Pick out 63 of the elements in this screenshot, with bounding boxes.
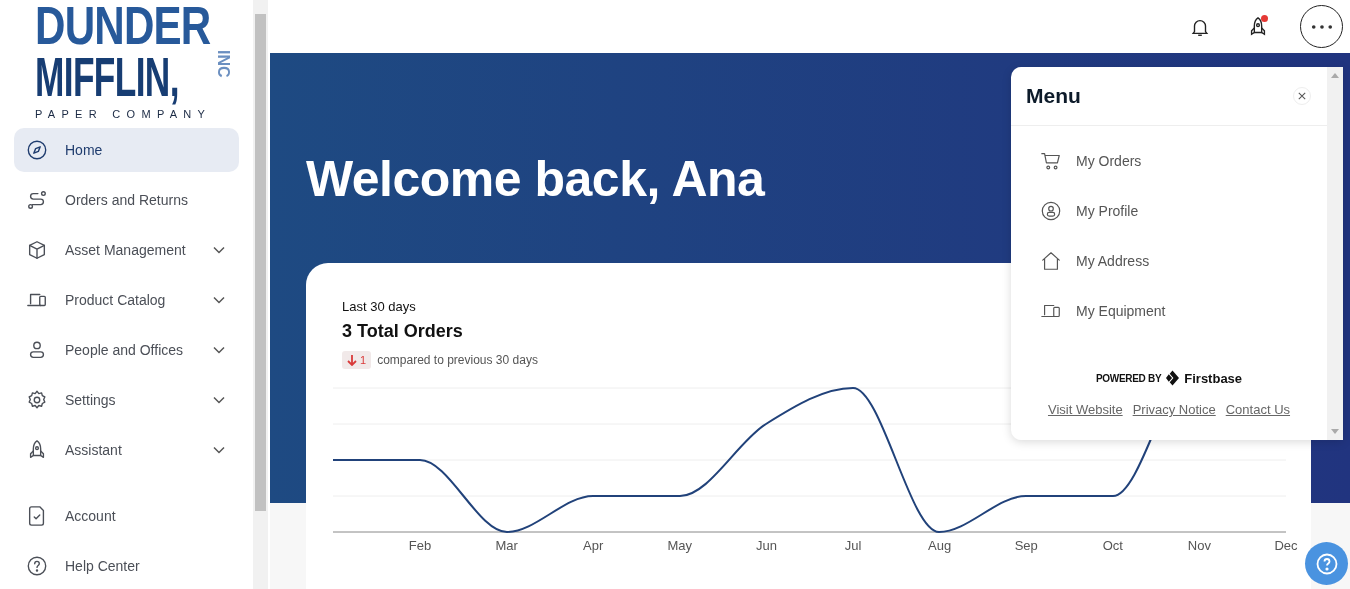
brand-name: Firstbase (1184, 370, 1243, 386)
powered-by-label: POWERED BY (1095, 372, 1162, 384)
more-button[interactable] (1300, 5, 1343, 48)
chevron-down-icon (213, 396, 225, 404)
axis-label: Dec (1274, 538, 1298, 553)
nav-item[interactable]: Settings (14, 378, 239, 422)
comparison-text: compared to previous 30 days (377, 353, 538, 367)
cart-icon (1040, 150, 1062, 172)
arrow-down-icon (347, 354, 357, 366)
diamond-logo-icon (1166, 370, 1180, 386)
period-label: Last 30 days (342, 299, 416, 314)
chevron-down-icon (213, 346, 225, 354)
compass-icon (26, 139, 48, 161)
profile-icon (1040, 200, 1062, 222)
logo-text: INC (215, 50, 231, 78)
chevron-down-icon (213, 446, 225, 454)
axis-label: Feb (408, 538, 432, 553)
nav-item[interactable]: Help Center (14, 544, 239, 588)
menu-item[interactable]: My Orders (1040, 136, 1327, 186)
chevron-down-icon (213, 296, 225, 304)
nav-item[interactable]: Asset Management (14, 228, 239, 272)
axis-label: Jun (755, 538, 777, 553)
axis-label: Apr (583, 538, 604, 553)
box-icon (26, 239, 48, 261)
footer-link[interactable]: Contact Us (1225, 402, 1291, 417)
welcome-title: Welcome back, Ana (306, 150, 765, 209)
logo-text: DUNDER (35, 0, 211, 50)
scroll-up-icon (1331, 73, 1339, 78)
nav-item[interactable]: Product Catalog (14, 278, 239, 322)
menu-title: Menu (1026, 84, 1081, 108)
gear-icon (26, 389, 48, 411)
help-icon (1314, 551, 1339, 576)
help-icon (26, 555, 48, 577)
axis-label: Jul (844, 538, 862, 553)
nav-item[interactable]: Orders and Returns (14, 178, 239, 222)
footer-link[interactable]: Privacy Notice (1132, 402, 1216, 417)
axis-label: Aug (928, 538, 952, 553)
change-value: 1 (360, 354, 367, 366)
nav-item[interactable]: Home (14, 128, 239, 172)
scroll-down-icon (1331, 429, 1339, 434)
nav-item[interactable]: Account (14, 494, 239, 538)
logo-tagline: PAPER COMPANY (35, 108, 213, 120)
house-icon (1040, 250, 1062, 272)
scrollbar[interactable] (1327, 67, 1343, 440)
axis-label: Sep (1014, 538, 1038, 553)
nav-item[interactable]: People and Offices (14, 328, 239, 372)
menu-item[interactable]: My Address (1040, 236, 1327, 286)
close-icon (1298, 92, 1306, 100)
menu-item[interactable]: My Equipment (1040, 286, 1327, 336)
scrollbar[interactable] (253, 0, 268, 589)
nav-item[interactable]: Assistant (14, 428, 239, 472)
axis-label: May (667, 538, 693, 553)
axis-label: Oct (1102, 538, 1123, 553)
footer-link[interactable]: Visit Website (1047, 402, 1123, 417)
menu-item[interactable]: My Profile (1040, 186, 1327, 236)
total-orders: 3 Total Orders (342, 321, 463, 342)
axis-label: Mar (495, 538, 518, 553)
close-button[interactable] (1293, 87, 1311, 105)
more-icon (1310, 23, 1333, 30)
axis-label: Nov (1187, 538, 1211, 553)
logo-text: MIFFLIN, (35, 50, 179, 104)
route-icon (26, 189, 48, 211)
chevron-down-icon (213, 246, 225, 254)
